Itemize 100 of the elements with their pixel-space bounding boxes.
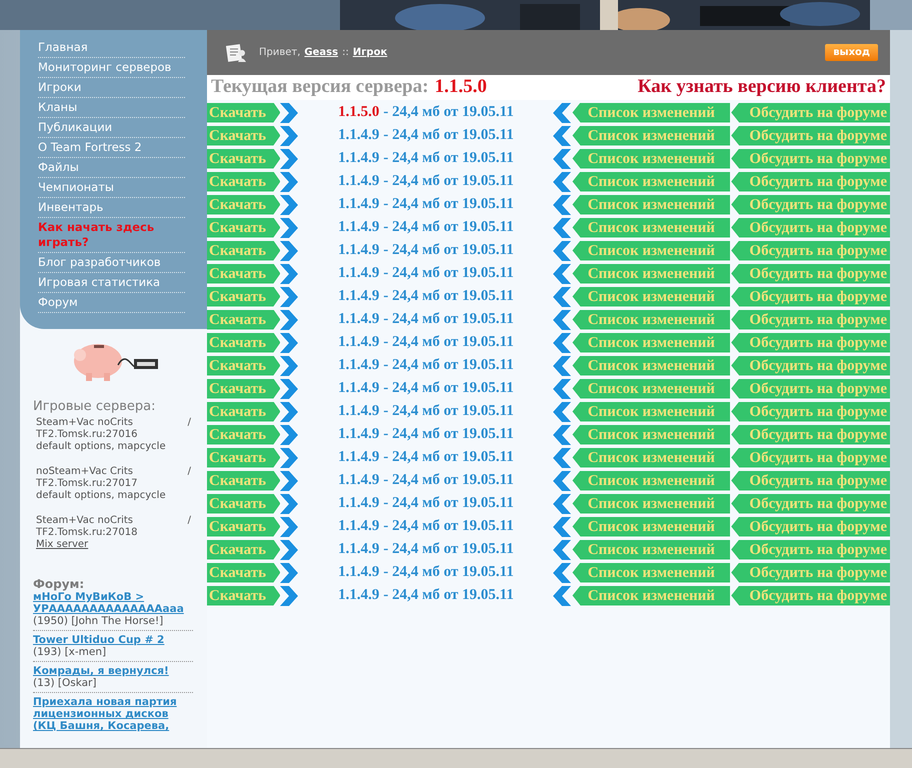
file-info: - 24,4 мб от 19.05.11 (383, 172, 514, 192)
nav-link[interactable]: Форум (38, 293, 185, 313)
discuss-button[interactable]: Обсудить на форуме (731, 562, 890, 582)
chevron-right-icon (280, 240, 298, 260)
changelog-button[interactable]: Список изменений (572, 378, 730, 398)
nav-link[interactable]: Блог разработчиков (38, 253, 185, 273)
download-button[interactable]: Скачать (207, 424, 280, 444)
download-button[interactable]: Скачать (207, 264, 280, 284)
nav-link[interactable]: Как начать здесь играть? (38, 218, 185, 253)
discuss-button[interactable]: Обсудить на форуме (731, 402, 890, 422)
download-button[interactable]: Скачать (207, 378, 280, 398)
changelog-button[interactable]: Список изменений (572, 264, 730, 284)
discuss-button[interactable]: Обсудить на форуме (731, 586, 890, 606)
discuss-button[interactable]: Обсудить на форуме (731, 172, 890, 192)
discuss-button[interactable]: Обсудить на форуме (731, 240, 890, 260)
discuss-button[interactable]: Обсудить на форуме (731, 540, 890, 560)
discuss-button[interactable]: Обсудить на форуме (731, 378, 890, 398)
nav-link[interactable]: Инвентарь (38, 198, 185, 218)
changelog-button[interactable]: Список изменений (572, 218, 730, 238)
discuss-button[interactable]: Обсудить на форуме (731, 470, 890, 490)
discuss-button[interactable]: Обсудить на форуме (731, 194, 890, 214)
download-button[interactable]: Скачать (207, 470, 280, 490)
download-button[interactable]: Скачать (207, 586, 280, 606)
file-info: - 24,4 мб от 19.05.11 (383, 149, 514, 168)
discuss-button[interactable]: Обсудить на форуме (731, 286, 890, 306)
forum-topic-link[interactable]: Приехала новая партия лицензионных дисков (КЦ Башня, Косарева, (33, 696, 193, 732)
download-button[interactable]: Скачать (207, 172, 280, 192)
server-name: Steam+Vac noCrits (36, 515, 133, 527)
changelog-button[interactable]: Список изменений (572, 332, 730, 352)
download-button[interactable]: Скачать (207, 356, 280, 376)
download-button[interactable]: Скачать (207, 448, 280, 468)
chevron-right-icon (280, 540, 298, 560)
discuss-button[interactable]: Обсудить на форуме (731, 356, 890, 376)
changelog-button[interactable]: Список изменений (572, 402, 730, 422)
discuss-button[interactable]: Обсудить на форуме (731, 448, 890, 468)
changelog-button[interactable]: Список изменений (572, 126, 730, 146)
changelog-button[interactable]: Список изменений (572, 172, 730, 192)
changelog-button[interactable]: Список изменений (572, 286, 730, 306)
changelog-button[interactable]: Список изменений (572, 516, 730, 536)
download-button[interactable]: Скачать (207, 540, 280, 560)
changelog-button[interactable]: Список изменений (572, 102, 730, 122)
changelog-button[interactable]: Список изменений (572, 240, 730, 260)
discuss-button[interactable]: Обсудить на форуме (731, 148, 890, 168)
download-button[interactable]: Скачать (207, 148, 280, 168)
changelog-button[interactable]: Список изменений (572, 470, 730, 490)
chevron-left-icon (553, 424, 572, 444)
server-link[interactable]: Mix server (36, 539, 88, 551)
file-info: - 24,4 мб от 19.05.11 (383, 379, 514, 398)
nav-link[interactable]: Файлы (38, 158, 185, 178)
changelog-button[interactable]: Список изменений (572, 586, 730, 606)
download-button[interactable]: Скачать (207, 102, 280, 122)
changelog-button[interactable]: Список изменений (572, 310, 730, 330)
logout-button[interactable]: выход (825, 44, 878, 61)
discuss-button[interactable]: Обсудить на форуме (731, 494, 890, 514)
discuss-button[interactable]: Обсудить на форуме (731, 264, 890, 284)
changelog-button[interactable]: Список изменений (572, 540, 730, 560)
discuss-button[interactable]: Обсудить на форуме (731, 516, 890, 536)
download-button[interactable]: Скачать (207, 194, 280, 214)
chevron-left-icon (553, 126, 572, 146)
changelog-button[interactable]: Список изменений (572, 494, 730, 514)
nav-link[interactable]: Главная (38, 38, 185, 58)
download-button[interactable]: Скачать (207, 332, 280, 352)
changelog-button[interactable]: Список изменений (572, 448, 730, 468)
download-button[interactable]: Скачать (207, 402, 280, 422)
nav-link[interactable]: Кланы (38, 98, 185, 118)
nav-link[interactable]: Игровая статистика (38, 273, 185, 293)
download-button[interactable]: Скачать (207, 286, 280, 306)
download-button[interactable]: Скачать (207, 562, 280, 582)
changelog-button[interactable]: Список изменений (572, 194, 730, 214)
nav-link[interactable]: Игроки (38, 78, 185, 98)
download-button[interactable]: Скачать (207, 310, 280, 330)
nav-link[interactable]: O Team Fortress 2 (38, 138, 185, 158)
discuss-button[interactable]: Обсудить на форуме (731, 310, 890, 330)
file-info: - 24,4 мб от 19.05.11 (383, 287, 514, 306)
discuss-button[interactable]: Обсудить на форуме (731, 126, 890, 146)
download-button[interactable]: Скачать (207, 516, 280, 536)
client-version-link[interactable]: Как узнать версию клиента? (638, 73, 886, 102)
forum-topic-link[interactable]: Tower Ultiduo Cup # 2 (33, 634, 164, 646)
changelog-button[interactable]: Список изменений (572, 148, 730, 168)
download-button[interactable]: Скачать (207, 218, 280, 238)
changelog-button[interactable]: Список изменений (572, 424, 730, 444)
file-info: - 24,4 мб от 19.05.11 (383, 540, 514, 560)
forum-topic-link[interactable]: мНоГо МуВиКоВ > УРААААААААААААААааа (33, 591, 193, 615)
username-link[interactable]: Geass (304, 45, 338, 60)
download-button[interactable]: Скачать (207, 126, 280, 146)
role-link[interactable]: Игрок (352, 45, 388, 60)
changelog-button[interactable]: Список изменений (572, 562, 730, 582)
discuss-button[interactable]: Обсудить на форуме (731, 332, 890, 352)
nav-link[interactable]: Мониторинг серверов (38, 58, 185, 78)
download-button[interactable]: Скачать (207, 494, 280, 514)
nav-link[interactable]: Чемпионаты (38, 178, 185, 198)
forum-topic-link[interactable]: Комрады, я вернулся! (33, 665, 169, 677)
section-title: Форум: (33, 577, 86, 591)
discuss-button[interactable]: Обсудить на форуме (731, 218, 890, 238)
changelog-button[interactable]: Список изменений (572, 356, 730, 376)
nav-link[interactable]: Публикации (38, 118, 185, 138)
discuss-button[interactable]: Обсудить на форуме (731, 424, 890, 444)
discuss-button[interactable]: Обсудить на форуме (731, 102, 890, 122)
file-info: - 24,4 мб от 19.05.11 (383, 195, 514, 214)
download-button[interactable]: Скачать (207, 240, 280, 260)
